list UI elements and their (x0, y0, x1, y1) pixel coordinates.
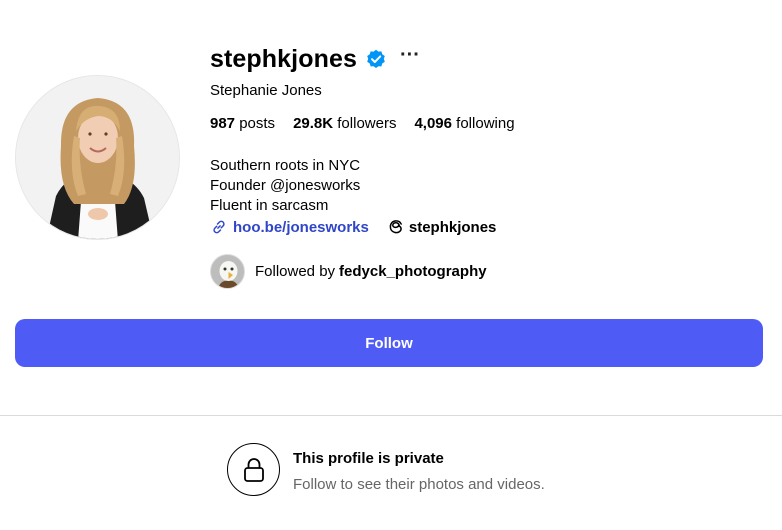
avatar-photo (16, 76, 179, 239)
following-stat[interactable]: 4,096 following (414, 115, 514, 132)
bio-line: Fluent in sarcasm (210, 197, 329, 214)
private-title: This profile is private (293, 450, 444, 467)
followers-count: 29.8K (293, 115, 334, 132)
profile-header: stephkjones ··· Stephanie Jones 987 post… (210, 42, 770, 289)
posts-label: posts (239, 115, 276, 132)
followers-label: followers (337, 115, 397, 132)
external-link[interactable]: hoo.be/jonesworks (210, 218, 369, 236)
profile-avatar[interactable] (15, 75, 180, 240)
threads-icon (389, 220, 402, 234)
posts-count: 987 (210, 115, 236, 132)
full-name: Stephanie Jones (210, 82, 322, 99)
following-count: 4,096 (414, 115, 452, 132)
follower-avatar (210, 254, 245, 289)
username: stephkjones (210, 44, 357, 73)
lock-icon (227, 443, 280, 496)
link-icon (213, 220, 225, 234)
threads-link[interactable]: stephkjones (387, 218, 497, 236)
followed-by[interactable]: Followed by fedyck_photography (210, 254, 487, 289)
link-text: hoo.be/jonesworks (233, 218, 369, 236)
username-row: stephkjones ··· (210, 42, 770, 76)
following-label: following (456, 115, 515, 132)
posts-stat[interactable]: 987 posts (210, 115, 275, 132)
bio-line: Founder @jonesworks (210, 177, 361, 194)
followed-by-user: fedyck_photography (339, 263, 487, 280)
bio-line: Southern roots in NYC (210, 157, 361, 174)
bio: Southern roots in NYC Founder @joneswork… (210, 156, 360, 216)
verified-badge-icon (366, 49, 386, 69)
private-notice: This profile is private Follow to see th… (227, 443, 545, 496)
followers-stat[interactable]: 29.8K followers (293, 115, 396, 132)
follow-button[interactable]: Follow (15, 319, 763, 367)
private-text: This profile is private Follow to see th… (293, 443, 545, 493)
profile-links: hoo.be/jonesworks stephkjones (210, 218, 496, 236)
threads-handle: stephkjones (408, 218, 497, 236)
profile-stats: 987 posts 29.8K followers 4,096 followin… (210, 115, 533, 132)
followed-by-prefix: Followed by (255, 263, 336, 280)
divider (0, 415, 782, 416)
eagle-avatar-image (211, 255, 244, 288)
more-options-icon[interactable]: ··· (400, 45, 420, 68)
private-subtitle: Follow to see their photos and videos. (293, 476, 545, 493)
